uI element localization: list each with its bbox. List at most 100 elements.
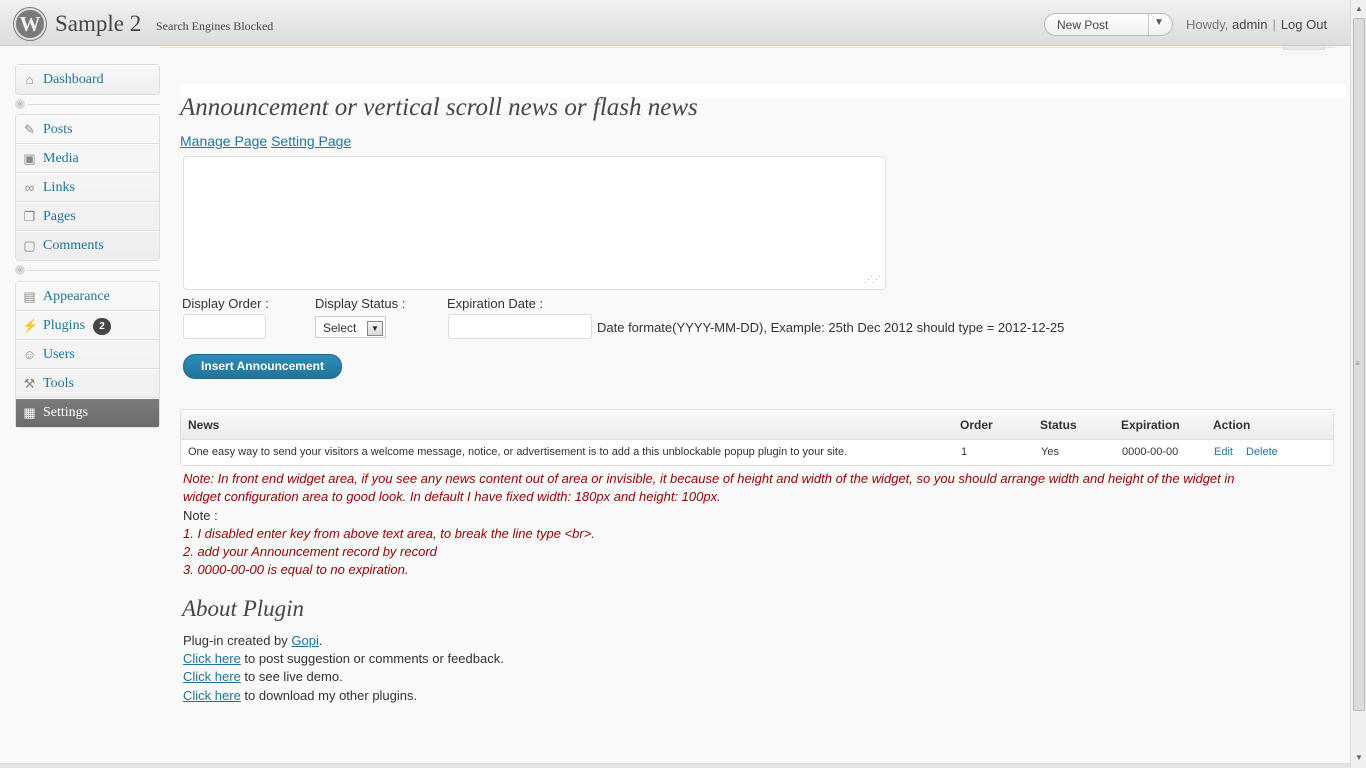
sidebar-item-label[interactable]: Pages [43, 209, 76, 225]
sidebar-item-settings[interactable]: ▦ Settings [16, 398, 159, 427]
new-post-label[interactable]: New Post [1057, 18, 1108, 32]
logout-link[interactable]: Log Out [1281, 17, 1327, 32]
demo-line: Click here to see live demo. [183, 669, 343, 684]
other-plugins-line: Click here to download my other plugins. [183, 688, 417, 703]
note-item: 1. I disabled enter key from above text … [183, 526, 595, 541]
display-order-label: Display Order : [182, 296, 269, 311]
created-by-suffix: . [318, 633, 323, 648]
appearance-icon: ▤ [23, 289, 36, 304]
new-post-dropdown[interactable]: New Post ▼ [1044, 13, 1173, 36]
announcement-textarea[interactable]: ⋰⋰ [183, 156, 886, 290]
sidebar-item-appearance[interactable]: ▤ Appearance [16, 282, 159, 311]
pages-icon: ❐ [23, 209, 36, 224]
demo-text: to see live demo. [240, 669, 343, 684]
sidebar-item-media[interactable]: ▣ Media [16, 144, 159, 173]
sidebar-item-plugins[interactable]: ⚡ Plugins 2 [16, 311, 159, 340]
username-link[interactable]: admin [1232, 17, 1267, 32]
pin-icon: ✎ [24, 122, 35, 137]
display-status-select[interactable]: Select ▼ [315, 316, 386, 338]
sidebar-group-dashboard: ⌂ Dashboard [15, 64, 160, 95]
sidebar-item-users[interactable]: ☺ Users [16, 340, 159, 369]
tab-manage-page[interactable]: Manage Page [180, 133, 267, 149]
update-count-badge: 2 [93, 318, 111, 335]
media-icon: ▣ [23, 151, 36, 166]
collapse-arrow-icon[interactable]: « [15, 99, 25, 109]
dropdown-divider [1148, 14, 1149, 35]
scroll-up-icon[interactable]: ▲ [1355, 4, 1363, 13]
sidebar-item-tools[interactable]: ⚒ Tools [16, 369, 159, 398]
plugin-icon: ⚡ [22, 318, 39, 333]
screen-options-tab[interactable] [1283, 46, 1325, 50]
sidebar-item-label[interactable]: Appearance [43, 289, 110, 305]
link-icon: ∞ [24, 180, 35, 195]
settings-icon: ▦ [23, 405, 36, 420]
about-plugin-heading: About Plugin [182, 596, 305, 621]
comment-icon: ▢ [23, 238, 36, 253]
display-order-input[interactable] [183, 314, 266, 339]
sidebar-item-label[interactable]: Tools [43, 376, 74, 392]
expiration-date-label: Expiration Date : [447, 296, 544, 311]
sidebar-group-content: ✎ Posts ▣ Media ∞ Links ❐ Pages ▢ Commen… [15, 114, 160, 261]
separator-line [27, 270, 160, 271]
sidebar-item-label[interactable]: Settings [43, 405, 88, 421]
site-description: Search Engines Blocked [156, 19, 274, 33]
status-cell: Yes [1041, 446, 1059, 458]
table-row: One easy way to send your visitors a wel… [181, 440, 1333, 465]
feedback-link[interactable]: Click here [183, 651, 241, 666]
order-cell: 1 [961, 446, 968, 458]
column-header-news: News [188, 418, 220, 432]
delete-link[interactable]: Delete [1246, 446, 1278, 458]
sidebar-item-label[interactable]: Posts [43, 122, 73, 138]
user-greeting: Howdy, admin | Log Out [1186, 17, 1327, 32]
column-header-status: Status [1040, 418, 1077, 432]
collapse-arrow-icon[interactable]: « [15, 265, 25, 275]
site-title[interactable]: Sample 2 [55, 11, 141, 37]
other-plugins-text: to download my other plugins. [240, 688, 418, 703]
grip-icon: ≡ [1355, 359, 1360, 368]
sidebar-item-label[interactable]: Media [43, 151, 79, 167]
separator: | [1272, 17, 1276, 32]
wordpress-logo-icon[interactable]: W [14, 8, 46, 40]
other-plugins-link[interactable]: Click here [183, 688, 241, 703]
sidebar-item-posts[interactable]: ✎ Posts [16, 115, 159, 144]
sidebar-item-label[interactable]: Comments [43, 238, 104, 254]
sidebar-item-label[interactable]: Links [43, 180, 75, 196]
news-cell: One easy way to send your visitors a wel… [188, 446, 848, 458]
sidebar-item-label[interactable]: Dashboard [43, 72, 104, 88]
sidebar-item-label[interactable]: Users [43, 347, 75, 363]
sidebar-separator[interactable]: « [15, 99, 160, 111]
column-header-order: Order [960, 418, 993, 432]
scrollbar-thumb[interactable]: ≡ [1353, 18, 1365, 711]
notice-strip [160, 46, 1335, 48]
sidebar-item-label[interactable]: Plugins [43, 318, 85, 334]
sidebar-item-pages[interactable]: ❐ Pages [16, 202, 159, 231]
admin-header: W Sample 2 Search Engines Blocked New Po… [0, 0, 1350, 46]
widget-note-line-2: widget configuration area to good look. … [183, 489, 721, 504]
sidebar-separator[interactable]: « [15, 265, 160, 277]
author-link[interactable]: Gopi [291, 633, 318, 648]
resize-grip-icon[interactable]: ⋰⋰ [864, 274, 881, 285]
chevron-down-icon[interactable]: ▼ [367, 321, 383, 336]
sidebar-item-comments[interactable]: ▢ Comments [16, 231, 159, 260]
scroll-down-icon[interactable]: ▼ [1355, 753, 1363, 762]
tab-setting-page[interactable]: Setting Page [271, 133, 351, 149]
expiration-date-input[interactable] [448, 314, 592, 339]
page-title: Announcement or vertical scroll news or … [180, 94, 698, 121]
display-status-label: Display Status : [315, 296, 406, 311]
note-heading: Note : [183, 508, 218, 523]
dashboard-icon: ⌂ [25, 72, 34, 87]
chevron-down-icon[interactable]: ▼ [1154, 17, 1164, 28]
insert-announcement-button[interactable]: Insert Announcement [183, 354, 342, 379]
feedback-text: to post suggestion or comments or feedba… [240, 651, 504, 666]
vertical-scrollbar[interactable]: ▲ ≡ ▼ [1350, 0, 1366, 768]
sidebar-item-dashboard[interactable]: ⌂ Dashboard [16, 65, 159, 94]
sidebar-item-links[interactable]: ∞ Links [16, 173, 159, 202]
widget-note-line-1: Note: In front end widget area, if you s… [183, 471, 1235, 486]
bottom-bar [0, 763, 1350, 768]
created-by-line: Plug-in created by Gopi. [183, 633, 323, 648]
feedback-line: Click here to post suggestion or comment… [183, 651, 504, 666]
edit-link[interactable]: Edit [1214, 446, 1233, 458]
table-header: News Order Status Expiration Action [181, 410, 1333, 440]
demo-link[interactable]: Click here [183, 669, 241, 684]
date-format-hint: Date formate(YYYY-MM-DD), Example: 25th … [597, 320, 1065, 335]
